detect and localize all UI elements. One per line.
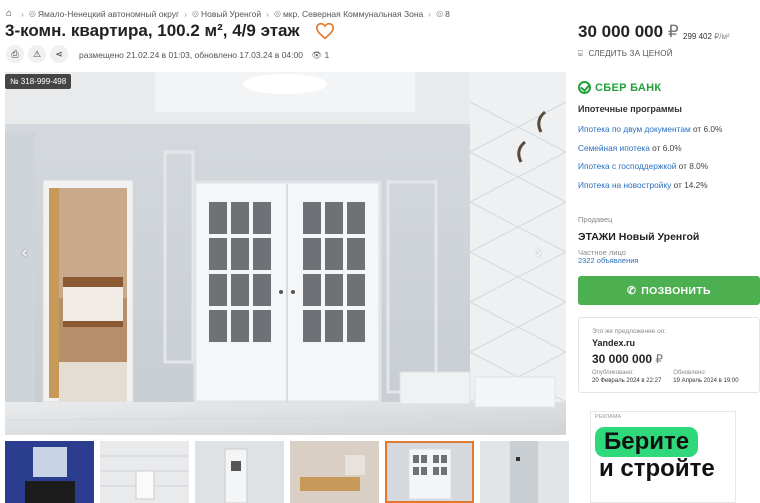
mortgage-heading: Ипотечные программы: [578, 104, 682, 114]
favorite-heart-icon[interactable]: [315, 22, 335, 40]
thumbnail[interactable]: [100, 441, 189, 503]
location-icon: ◎: [436, 9, 444, 18]
breadcrumb: ⌂ › ◎ Ямало-Ненецкий автономный округ › …: [6, 8, 450, 19]
listing-dates: размещено 21.02.24 в 01:03, обновлено 17…: [79, 50, 303, 60]
alt-offer-card[interactable]: Это же предложение on: Yandex.ru 30 000 …: [578, 317, 760, 393]
mortgage-rate: от 6.0%: [649, 143, 682, 153]
listing-tools: ⎙ ⚠ ⋖: [6, 45, 68, 63]
mortgage-link[interactable]: Семейная ипотека: [578, 143, 650, 153]
main-photo: [5, 72, 566, 435]
price-currency: ₽: [667, 22, 679, 41]
ad-headline-2: и стройте: [599, 455, 715, 482]
breadcrumb-region[interactable]: Ямало-Ненецкий автономный округ: [38, 9, 179, 19]
seller-label: Продавец: [578, 215, 613, 224]
alt-offer-note: Это же предложение on:: [592, 328, 667, 335]
mortgage-rate: от 8.0%: [676, 161, 709, 171]
alt-offer-site: Yandex.ru: [592, 338, 636, 348]
mortgage-rate: от 14.2%: [671, 180, 708, 190]
mortgage-link[interactable]: Ипотека на новостройку: [578, 180, 671, 190]
mortgage-link[interactable]: Ипотека по двум документам: [578, 124, 691, 134]
alt-offer-currency: ₽: [655, 352, 664, 366]
listing-meta: размещено 21.02.24 в 01:03, обновлено 17…: [79, 50, 329, 61]
mortgage-item: Семейная ипотека от 6.0%: [578, 143, 682, 153]
mortgage-item: Ипотека на новостройку от 14.2%: [578, 180, 708, 190]
call-button-label: ПОЗВОНИТЬ: [641, 284, 711, 297]
sber-logo-icon: [578, 81, 591, 94]
price-watch-icon: ⌸: [578, 49, 583, 58]
thumbnail-strip: [5, 441, 569, 503]
mortgage-item: Ипотека с господдержкой от 8.0%: [578, 161, 708, 171]
seller-name[interactable]: ЭТАЖИ Новый Уренгой: [578, 231, 699, 243]
share-icon[interactable]: ⋖: [50, 45, 68, 63]
thumbnail[interactable]: [5, 441, 94, 503]
photo-gallery[interactable]: [5, 72, 566, 435]
location-icon: ◎: [273, 9, 281, 18]
breadcrumb-separator: ›: [428, 8, 432, 19]
alt-offer-published: Опубликовано: 20 Февраль 2024 в 22:27: [592, 369, 661, 385]
thumbnail[interactable]: [290, 441, 379, 503]
breadcrumb-house[interactable]: 8: [445, 9, 450, 19]
call-button[interactable]: ✆ ПОЗВОНИТЬ: [578, 276, 760, 305]
alt-offer-updated-label: Обновлено:: [673, 370, 707, 376]
phone-icon: ✆: [627, 284, 637, 297]
alt-offer-updated-date: 19 Апрель 2024 в 19:00: [673, 378, 739, 384]
alt-offer-price-amount: 30 000 000: [592, 352, 653, 366]
alt-offer-published-date: 20 Февраль 2024 в 22:27: [592, 378, 662, 384]
print-icon[interactable]: ⎙: [6, 45, 24, 63]
report-warning-icon[interactable]: ⚠: [28, 45, 46, 63]
thumbnail[interactable]: [480, 441, 569, 503]
follow-price-button[interactable]: ⌸ СЛЕДИТЬ ЗА ЦЕНОЙ: [578, 49, 673, 59]
gallery-prev-arrow-icon[interactable]: ‹: [22, 244, 27, 262]
seller-listings-link[interactable]: 2322 объявления: [578, 256, 639, 265]
alt-offer-published-label: Опубликовано:: [592, 370, 634, 376]
alt-offer-updated: Обновлено: 19 Апрель 2024 в 19:00: [673, 369, 738, 385]
location-icon: ◎: [28, 9, 36, 18]
breadcrumb-separator: ›: [266, 8, 269, 19]
price: 30 000 000 ₽: [578, 22, 679, 42]
eye-icon: 👁: [311, 50, 323, 60]
ad-banner[interactable]: РЕКЛАМА Берите и стройте: [590, 411, 736, 503]
bank-name: СБЕР БАНК: [595, 81, 662, 94]
breadcrumb-district[interactable]: мкр. Северная Коммунальная Зона: [283, 9, 423, 19]
listing-id-badge: № 318-999-498: [5, 74, 72, 89]
price-amount: 30 000 000: [578, 22, 664, 41]
mortgage-item: Ипотека по двум документам от 6.0%: [578, 124, 722, 134]
page-title: 3-комн. квартира, 100.2 м², 4/9 этаж: [5, 21, 300, 40]
ad-label: РЕКЛАМА: [595, 414, 622, 420]
alt-offer-price: 30 000 000 ₽: [592, 352, 759, 366]
mortgage-rate: от 6.0%: [690, 124, 723, 134]
follow-price-label: СЛЕДИТЬ ЗА ЦЕНОЙ: [588, 49, 673, 58]
gallery-next-arrow-icon[interactable]: ›: [536, 244, 541, 262]
price-per-sqm: 299 402 ₽/м²: [683, 32, 730, 41]
views-count: 1: [324, 50, 330, 60]
thumbnail-active[interactable]: [385, 441, 474, 503]
price-per-sqm-value: 299 402: [683, 32, 712, 41]
location-icon: ◎: [191, 9, 199, 18]
ad-headline-1: Берите: [595, 427, 699, 457]
thumbnail[interactable]: [195, 441, 284, 503]
breadcrumb-separator: ›: [184, 8, 187, 19]
breadcrumb-city[interactable]: Новый Уренгой: [201, 9, 261, 19]
mortgage-link[interactable]: Ипотека с господдержкой: [578, 161, 676, 171]
breadcrumb-separator: ›: [21, 8, 24, 19]
home-icon[interactable]: ⌂: [6, 8, 12, 19]
bank-logo: СБЕР БАНК: [578, 81, 661, 94]
price-per-sqm-unit: ₽/м²: [714, 32, 730, 41]
